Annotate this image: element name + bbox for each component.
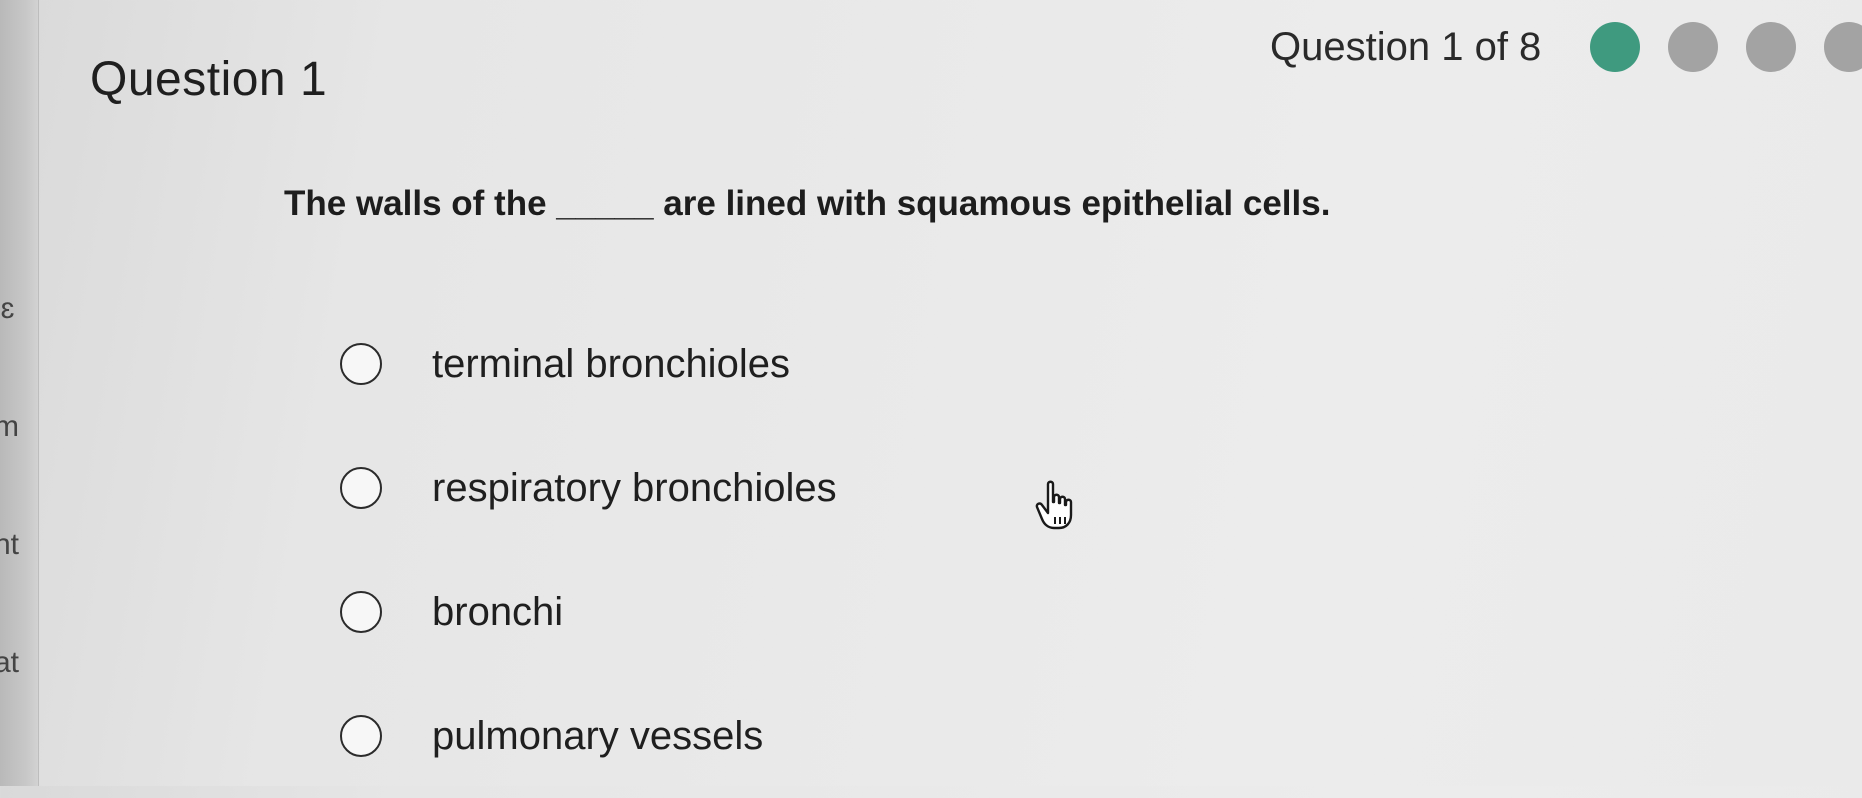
radio-button[interactable] [340,591,382,633]
answer-option-terminal-bronchioles[interactable]: terminal bronchioles [340,302,837,426]
answer-options: terminal bronchioles respiratory bronchi… [340,302,837,798]
option-label: terminal bronchioles [432,341,790,386]
radio-button[interactable] [340,467,382,509]
hand-pointer-icon [1035,480,1073,530]
option-label: respiratory bronchioles [432,465,837,510]
progress-dot-4[interactable] [1824,22,1862,72]
radio-button[interactable] [340,715,382,757]
left-edge-panel: lɛ m nt at [0,0,39,786]
progress-dot-3[interactable] [1746,22,1796,72]
answer-option-bronchi[interactable]: bronchi [340,550,837,674]
progress-dot-2[interactable] [1668,22,1718,72]
edge-text-1: lɛ [0,292,15,325]
edge-text-3: nt [0,528,20,561]
option-label: pulmonary vessels [432,713,764,758]
answer-option-pulmonary-vessels[interactable]: pulmonary vessels [340,674,837,798]
question-progress-label: Question 1 of 8 [1270,25,1542,69]
progress-dot-current[interactable] [1590,22,1640,72]
question-prompt: The walls of the _____ are lined with sq… [284,184,1331,223]
edge-text-4: at [0,646,20,679]
edge-text-2: m [0,410,19,444]
answer-option-respiratory-bronchioles[interactable]: respiratory bronchioles [340,426,837,550]
progress-dots [1590,22,1862,72]
question-title: Question 1 [90,53,328,106]
radio-button[interactable] [340,343,382,385]
option-label: bronchi [432,589,564,634]
